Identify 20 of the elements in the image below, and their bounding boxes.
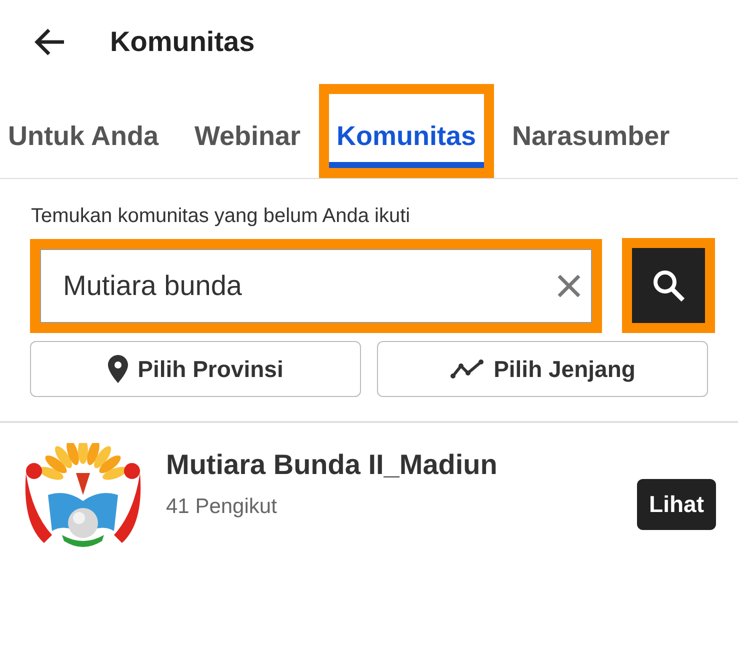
close-icon xyxy=(556,272,582,298)
clear-button[interactable] xyxy=(556,272,582,298)
search-icon xyxy=(652,268,686,302)
tab[interactable]: Komunitas xyxy=(328,94,484,168)
search-field[interactable]: Mutiara bunda xyxy=(40,248,592,322)
tab[interactable]: Narasumber xyxy=(504,94,678,168)
tab[interactable]: Untuk Anda xyxy=(0,94,166,168)
location-pin-icon xyxy=(108,355,128,383)
filter-button[interactable]: Pilih Provinsi xyxy=(30,341,361,397)
back-button[interactable] xyxy=(34,28,66,56)
tab[interactable]: Webinar xyxy=(186,94,309,168)
line-graph-icon xyxy=(450,359,484,379)
view-button[interactable]: Lihat xyxy=(637,479,716,530)
page-title: Komunitas xyxy=(110,26,255,58)
filter-button[interactable]: Pilih Jenjang xyxy=(377,341,708,397)
follower-count: 41 Pengikut xyxy=(166,495,278,519)
community-name: Mutiara Bunda II_Madiun xyxy=(166,449,498,481)
search-label: Temukan komunitas yang belum Anda ikuti xyxy=(30,204,412,229)
search-button[interactable] xyxy=(632,248,705,323)
back-arrow-icon xyxy=(34,28,66,56)
